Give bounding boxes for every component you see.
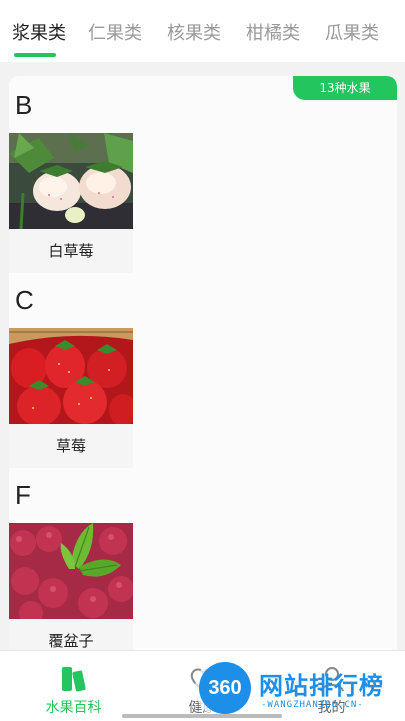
category-tabs: 浆果类 仁果类 核果类 柑橘类 瓜果类 [0,0,405,62]
tab-citrus[interactable]: 柑橘类 [246,22,300,46]
section-letter-f: F [15,480,31,510]
book-icon [61,667,86,692]
fruit-name: 白草莓 [48,242,94,260]
nav-label: 水果百科 [45,700,102,716]
tab-drupe[interactable]: 核果类 [167,22,221,46]
tab-berries[interactable]: 浆果类 [12,22,66,46]
tab-melon[interactable]: 瓜果类 [325,22,379,46]
site-watermark: 360 网站排行榜 -WANGZHAN360.CN- [195,656,405,720]
fruit-card-raspberry[interactable]: 覆盆子 [9,523,133,663]
fruit-name: 草莓 [55,437,86,455]
fruit-card-white-strawberry[interactable]: 白草莓 [9,133,133,273]
watermark-subtitle: -WANGZHAN360.CN- [261,700,364,710]
section-letter-b: B [15,90,33,120]
tab-pome[interactable]: 仁果类 [88,22,142,46]
fruit-count-badge: 13种水果 [293,76,397,100]
strawberry-image [9,328,133,424]
fruit-list-card: 13种水果 B 白草莓 C 草莓 F 覆盆子 [9,76,397,666]
fruit-card-strawberry[interactable]: 草莓 [9,328,133,468]
home-indicator [122,714,282,718]
white-strawberry-image [9,133,133,229]
active-tab-indicator [14,53,56,57]
raspberry-image [9,523,133,619]
section-letter-c: C [15,285,34,315]
watermark-title: 网站排行榜 [259,672,384,700]
nav-item-encyclopedia[interactable]: 水果百科 [6,651,141,721]
watermark-360-logo: 360 [199,662,251,714]
